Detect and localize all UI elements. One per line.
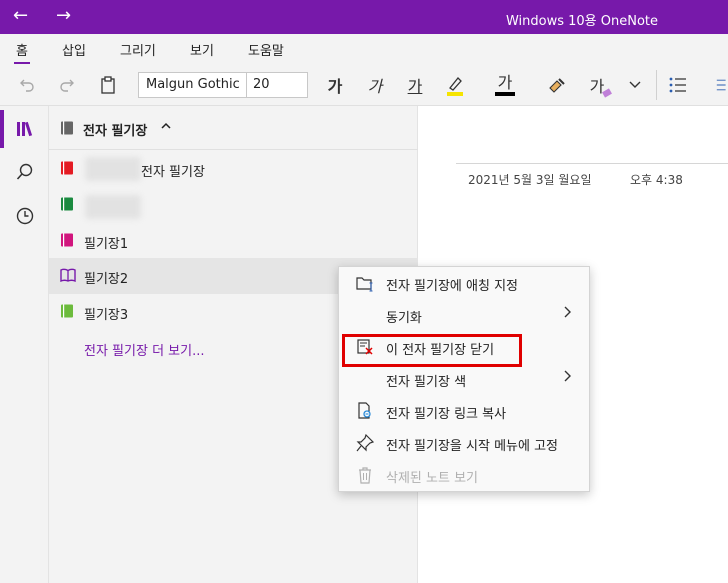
menu-item-sync[interactable]: 동기화: [339, 299, 589, 331]
notebook-icon: [61, 161, 73, 175]
notebook-panel-header[interactable]: 전자 필기장: [49, 106, 418, 150]
title-bar: ← → Windows 10용 OneNote: [0, 0, 728, 34]
highlighter-button[interactable]: [441, 72, 469, 98]
notebook-icon: [61, 233, 73, 247]
notebook-icon: [61, 121, 73, 135]
tab-draw[interactable]: 그리기: [120, 40, 156, 59]
clear-format-button[interactable]: 가: [585, 72, 612, 98]
clipboard-icon[interactable]: [95, 72, 121, 98]
recent-clock-icon[interactable]: [12, 203, 38, 229]
tab-view[interactable]: 보기: [190, 40, 214, 59]
notebook-name: 필기장3: [84, 308, 129, 323]
menu-item-label: 전자 필기장에 애칭 지정: [386, 279, 518, 294]
open-book-icon: [60, 268, 76, 282]
ribbon-toolbar: Malgun Gothic 20 가 가 가 가 가: [0, 64, 728, 106]
page-time: 오후 4:38: [630, 173, 683, 187]
redo-icon[interactable]: [54, 72, 80, 98]
menu-item-copy-link[interactable]: 전자 필기장 링크 복사: [339, 395, 589, 427]
menu-item-deleted-notes: 삭제된 노트 보기: [339, 459, 589, 491]
font-name-input[interactable]: Malgun Gothic: [138, 72, 247, 98]
italic-button[interactable]: 가: [362, 72, 388, 98]
menu-item-pin-start[interactable]: 전자 필기장을 시작 메뉴에 고정: [339, 427, 589, 459]
menu-item-label: 전자 필기장 색: [386, 375, 467, 390]
tab-home[interactable]: 홈: [14, 40, 30, 65]
folder-rename-icon: [355, 273, 375, 293]
page-title-line: [456, 163, 728, 164]
notebook-item[interactable]: [49, 187, 418, 223]
underline-button[interactable]: 가: [402, 72, 428, 98]
undo-icon[interactable]: [14, 72, 40, 98]
back-arrow-icon[interactable]: ←: [13, 6, 28, 26]
highlighter-icon: [447, 77, 463, 96]
notebook-name: 전자 필기장: [141, 165, 205, 180]
font-color-button[interactable]: 가: [492, 72, 518, 98]
menu-item-notebook-color[interactable]: 전자 필기장 색: [339, 363, 589, 395]
menu-item-label: 전자 필기장을 시작 메뉴에 고정: [386, 439, 559, 454]
search-icon[interactable]: [12, 159, 38, 185]
tab-insert[interactable]: 삽입: [62, 40, 86, 59]
app-title: Windows 10용 OneNote: [505, 14, 658, 29]
ribbon-divider: [656, 70, 657, 100]
nav-rail: [0, 106, 49, 583]
menu-tabs: 홈 삽입 그리기 보기 도움말: [0, 34, 728, 65]
chevron-right-icon: [563, 370, 571, 386]
bold-button[interactable]: 가: [322, 72, 348, 98]
highlight-box: [342, 334, 522, 367]
blurred-text: [85, 157, 141, 181]
font-size-input[interactable]: 20: [246, 72, 308, 98]
menu-item-label: 동기화: [386, 311, 422, 326]
chevron-right-icon: [563, 306, 571, 322]
menu-item-label: 삭제된 노트 보기: [386, 471, 478, 486]
copy-link-icon: [355, 401, 375, 421]
more-notebooks-link[interactable]: 전자 필기장 더 보기...: [84, 340, 204, 359]
notebook-item[interactable]: 전자 필기장: [49, 151, 418, 187]
page-date: 2021년 5월 3일 월요일: [468, 173, 592, 187]
menu-item-rename[interactable]: 전자 필기장에 애칭 지정: [339, 267, 589, 299]
font-color-glyph: 가: [497, 72, 513, 92]
numbered-list-icon[interactable]: [712, 72, 728, 98]
notebook-panel-title: 전자 필기장: [83, 124, 148, 139]
trash-icon: [355, 465, 375, 485]
collapse-caret-icon[interactable]: [161, 119, 171, 133]
context-menu: 전자 필기장에 애칭 지정 동기화 이 전자 필기장 닫기 전자 필기장 색 전…: [338, 266, 590, 492]
pin-icon: [355, 433, 375, 453]
notebook-name: 필기장1: [84, 237, 129, 252]
tab-help[interactable]: 도움말: [248, 40, 284, 59]
forward-arrow-icon[interactable]: →: [56, 6, 71, 26]
rail-selection-indicator: [0, 110, 4, 148]
font-color-swatch: [495, 91, 515, 96]
menu-item-label: 전자 필기장 링크 복사: [386, 407, 507, 422]
notebooks-icon[interactable]: [12, 116, 38, 142]
notebook-icon: [61, 197, 73, 211]
notebook-name: 필기장2: [84, 272, 129, 287]
chevron-down-icon[interactable]: [624, 72, 646, 98]
blurred-text: [85, 195, 141, 219]
notebook-item[interactable]: 필기장1: [49, 223, 418, 259]
bullet-list-icon[interactable]: [666, 72, 690, 98]
notebook-icon: [61, 304, 73, 318]
format-painter-icon[interactable]: [545, 72, 569, 98]
